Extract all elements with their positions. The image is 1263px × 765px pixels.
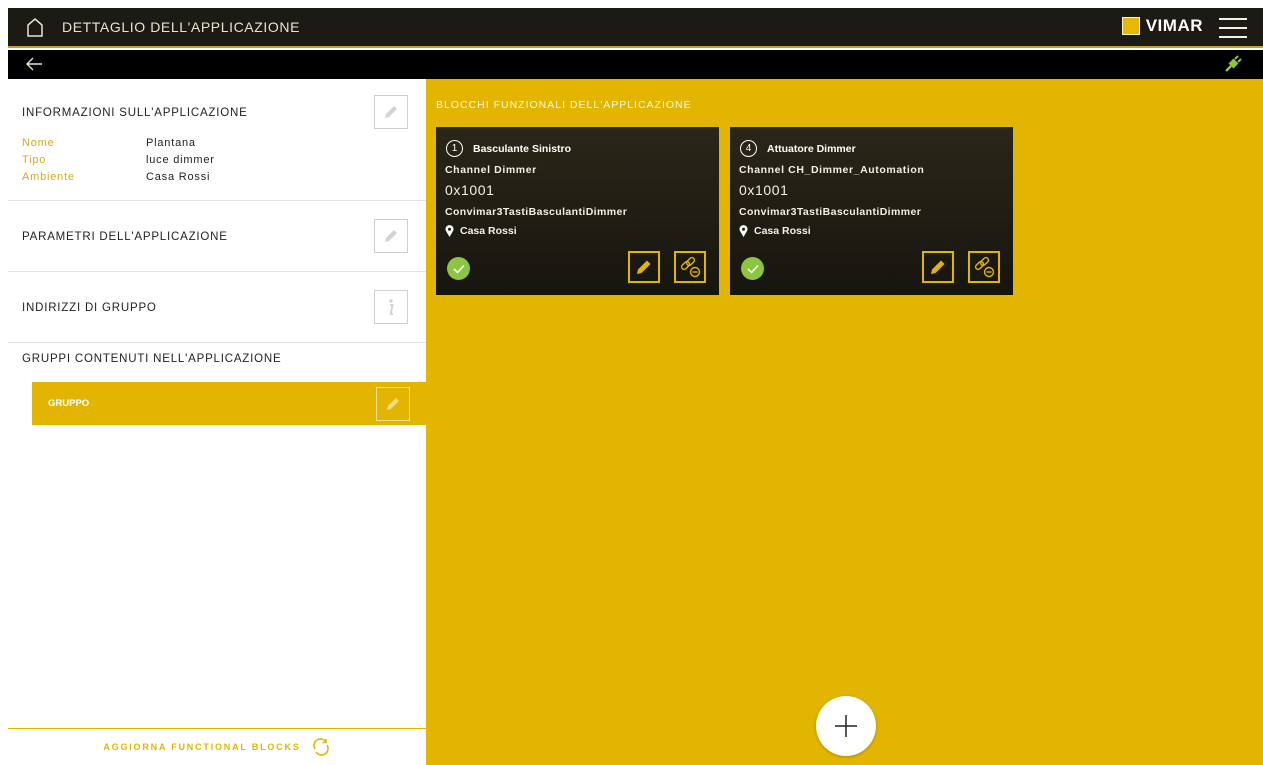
block-number: 1 <box>446 140 463 157</box>
connection-plug-icon[interactable] <box>1223 54 1243 74</box>
block-location: Casa Rossi <box>739 225 811 237</box>
block-channel: Channel Dimmer <box>445 164 537 176</box>
edit-params-button[interactable] <box>374 219 408 253</box>
left-panel: INFORMAZIONI SULL'APPLICAZIONE Nome Plan… <box>8 79 426 765</box>
block-name: Basculante Sinistro <box>473 143 572 155</box>
pencil-icon <box>387 398 399 410</box>
unlink-icon <box>974 256 995 278</box>
group-addresses-heading: INDIRIZZI DI GRUPPO <box>22 302 157 314</box>
edit-block-button[interactable] <box>628 251 660 283</box>
refresh-label: AGGIORNA FUNCTIONAL BLOCKS <box>103 742 301 752</box>
edit-block-button[interactable] <box>922 251 954 283</box>
group-list-item[interactable]: GRUPPO <box>32 382 426 425</box>
refresh-icon <box>312 738 329 756</box>
info-row-name: Nome Plantana <box>22 137 196 149</box>
vimar-logo-icon <box>1121 17 1140 35</box>
block-device: Convimar3TastiBasculantiDimmer <box>739 206 922 218</box>
block-device: Convimar3TastiBasculantiDimmer <box>445 206 628 218</box>
functional-block-card[interactable]: 4 Attuatore Dimmer Channel CH_Dimmer_Aut… <box>730 127 1013 295</box>
block-name: Attuatore Dimmer <box>767 143 856 155</box>
application-info-heading: INFORMAZIONI SULL'APPLICAZIONE <box>22 107 248 119</box>
contained-groups-section: GRUPPI CONTENUTI NELL'APPLICAZIONE <box>8 343 426 383</box>
functional-block-card[interactable]: 1 Basculante Sinistro Channel Dimmer 0x1… <box>436 127 719 295</box>
unlink-block-button[interactable] <box>968 251 1000 283</box>
location-pin-icon <box>445 225 454 237</box>
block-address: 0x1001 <box>739 182 789 198</box>
edit-group-button[interactable] <box>376 387 410 421</box>
info-row-type: Tipo luce dimmer <box>22 154 215 166</box>
block-location-label: Casa Rossi <box>754 225 811 237</box>
block-address: 0x1001 <box>445 182 495 198</box>
application-params-heading: PARAMETRI DELL'APPLICAZIONE <box>22 231 228 243</box>
group-addresses-section[interactable]: INDIRIZZI DI GRUPPO <box>8 272 426 343</box>
pencil-icon <box>931 260 945 274</box>
vimar-logo: VIMAR <box>1121 16 1203 36</box>
hamburger-menu-icon[interactable] <box>1219 18 1247 38</box>
info-button[interactable] <box>374 290 408 324</box>
refresh-functional-blocks-button[interactable]: AGGIORNA FUNCTIONAL BLOCKS <box>8 728 426 765</box>
sub-bar <box>8 50 1263 79</box>
status-ok-icon <box>447 257 470 280</box>
back-arrow-icon[interactable] <box>24 54 44 74</box>
pencil-icon <box>385 106 397 118</box>
unlink-block-button[interactable] <box>674 251 706 283</box>
plus-icon <box>835 715 857 737</box>
edit-info-button[interactable] <box>374 95 408 129</box>
unlink-icon <box>680 256 701 278</box>
page-title: DETTAGLIO DELL'APPLICAZIONE <box>62 19 301 35</box>
home-icon[interactable] <box>24 16 46 38</box>
block-number: 4 <box>740 140 757 157</box>
add-block-button[interactable] <box>816 696 876 756</box>
contained-groups-heading: GRUPPI CONTENUTI NELL'APPLICAZIONE <box>22 353 282 365</box>
pencil-icon <box>637 260 651 274</box>
block-channel: Channel CH_Dimmer_Automation <box>739 164 925 176</box>
block-location: Casa Rossi <box>445 225 517 237</box>
application-info-section: INFORMAZIONI SULL'APPLICAZIONE Nome Plan… <box>8 79 426 201</box>
pencil-icon <box>385 230 397 242</box>
info-row-room: Ambiente Casa Rossi <box>22 171 211 183</box>
right-panel: BLOCCHI FUNZIONALI DELL'APPLICAZIONE 1 B… <box>426 79 1263 765</box>
group-item-label: GRUPPO <box>48 398 90 409</box>
info-icon <box>389 299 394 315</box>
location-pin-icon <box>739 225 748 237</box>
functional-blocks-heading: BLOCCHI FUNZIONALI DELL'APPLICAZIONE <box>436 99 692 111</box>
block-location-label: Casa Rossi <box>460 225 517 237</box>
top-bar: DETTAGLIO DELL'APPLICAZIONE VIMAR <box>8 8 1263 48</box>
status-ok-icon <box>741 257 764 280</box>
application-params-section[interactable]: PARAMETRI DELL'APPLICAZIONE <box>8 201 426 272</box>
brand-name: VIMAR <box>1145 16 1203 35</box>
